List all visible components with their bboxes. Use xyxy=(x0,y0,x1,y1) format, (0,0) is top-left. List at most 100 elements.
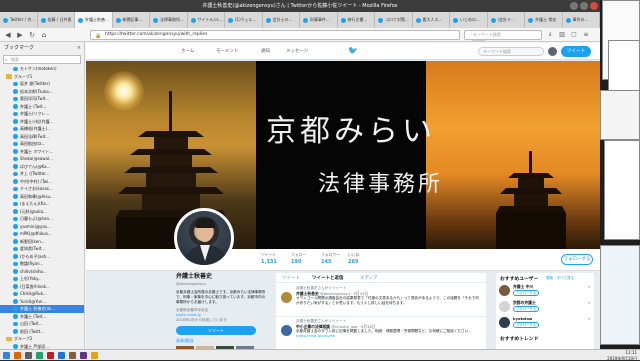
bookmark-item[interactable]: 松本次郎(Tsuka... xyxy=(0,88,84,96)
nav-moments[interactable]: モーメント xyxy=(216,48,238,54)
browser-tab[interactable]: コロナ対策... xyxy=(375,12,413,28)
background-window-4[interactable] xyxy=(604,140,640,240)
bookmark-item[interactable]: 中村(中村) (Twi... xyxy=(0,178,84,186)
tweet[interactable]: 弁護士秋善史さんがリツイート 中小企業の法律相談 @chusho_law · 9… xyxy=(276,317,486,349)
bookmark-item[interactable]: 愛知県(Twit... xyxy=(0,245,84,253)
tab-media[interactable]: メディア xyxy=(360,275,378,281)
profile-avatar[interactable] xyxy=(174,208,234,268)
browser-tab[interactable]: 刑事事件... xyxy=(300,12,338,28)
close-button[interactable] xyxy=(590,2,598,10)
minimize-button[interactable] xyxy=(570,2,578,10)
download-icon[interactable]: ↓ xyxy=(546,31,554,39)
user-avatar[interactable] xyxy=(499,301,510,312)
profile-stat[interactable]: フォロー 190 xyxy=(291,252,306,265)
browser-tab[interactable]: (会計テ... xyxy=(488,12,525,28)
bookmark-item[interactable]: 弁護士 秋善史(ak... xyxy=(0,305,84,313)
close-icon[interactable]: × xyxy=(77,42,81,54)
sidebar-icon[interactable]: ▢ xyxy=(570,31,578,39)
tweet-to-button[interactable]: ツイート xyxy=(176,326,256,335)
profile-name[interactable]: 弁護士秋善史 xyxy=(176,271,266,280)
browser-tab[interactable]: Twitter / 京... xyxy=(0,12,38,28)
app-icon[interactable] xyxy=(47,352,54,359)
bookmark-item[interactable]: 高田法律(Twit... xyxy=(0,133,84,141)
browser-tab[interactable]: サイトル/ル... xyxy=(188,12,225,28)
profile-stat[interactable]: フォロワー 145 xyxy=(321,252,340,265)
tab-tweets[interactable]: ツイート xyxy=(282,275,300,281)
profile-stat[interactable]: いいね 269 xyxy=(348,252,359,265)
who-to-follow-refresh[interactable]: 更新 · すべて見る xyxy=(546,276,574,281)
bookmark-item[interactable]: mPK(@dfukus... xyxy=(0,230,84,238)
follow-button[interactable]: フォローする xyxy=(513,322,539,328)
bookmark-item[interactable]: (かもめ子(ash... xyxy=(0,253,84,261)
bookmarks-search-input[interactable]: ⌕ 検索 xyxy=(3,55,81,64)
app-icon[interactable] xyxy=(58,352,65,359)
browser-tab[interactable]: 会計士の... xyxy=(263,12,300,28)
browser-tab[interactable]: 法律事務所... xyxy=(150,12,188,28)
files-icon[interactable] xyxy=(36,352,43,359)
browser-tab[interactable]: いじめの... xyxy=(450,12,488,28)
suggested-user[interactable]: kyotolaw フォローする × xyxy=(499,316,593,330)
bookmark-item[interactable]: 山田 (Twit... xyxy=(0,320,84,328)
follow-button[interactable]: フォローする xyxy=(561,254,593,265)
bookmark-item[interactable]: (元秋(gsuka... xyxy=(0,208,84,216)
bookmark-item[interactable]: Shoko(@sawal... xyxy=(0,155,84,163)
app-icon[interactable] xyxy=(80,352,87,359)
window-titlebar[interactable]: 弁護士秋善史(@akizengensyu)さん | Twitterから佐藤小佐ツ… xyxy=(0,0,600,12)
suggested-user[interactable]: 京都の弁護士 フォローする × xyxy=(499,300,593,314)
browser-tab[interactable]: 佐藤 / 日弁連 xyxy=(38,12,75,28)
maximize-button[interactable] xyxy=(580,2,588,10)
suggested-user[interactable]: 弁護士 中川 フォローする × xyxy=(499,284,593,298)
photos-videos-link[interactable]: 画像/動画 xyxy=(176,338,266,344)
url-bar[interactable]: 🔒 https://twitter.com/akizengensyu/with_… xyxy=(90,30,486,41)
close-icon[interactable]: × xyxy=(588,316,591,321)
bookmark-item[interactable]: 高田和尋(@Aisu... xyxy=(0,193,84,201)
account-avatar[interactable] xyxy=(548,47,557,56)
browser-tab[interactable]: 弁護士秋善... xyxy=(75,12,113,28)
bookmark-item[interactable]: 井上 ((Twitter... xyxy=(0,170,84,178)
tweet-avatar[interactable] xyxy=(281,292,292,303)
bookmark-item[interactable]: yasmin(@yas... xyxy=(0,223,84,231)
bookmark-folder[interactable]: グループ2 xyxy=(0,335,84,343)
bookmark-item[interactable]: (日菜香(hinok... xyxy=(0,283,84,291)
profile-stat[interactable]: ツイート 1,331 xyxy=(261,252,277,265)
terminal-icon[interactable] xyxy=(25,352,32,359)
bookmark-item[interactable]: 高橋裕(弁護士)... xyxy=(0,125,84,133)
browser-search-input[interactable]: キーワード検索 xyxy=(464,30,542,40)
close-icon[interactable]: × xyxy=(588,300,591,305)
bookmark-item[interactable]: 上杉(Yoky... xyxy=(0,275,84,283)
bookmark-folder[interactable]: グループ1 xyxy=(0,73,84,81)
nav-notifications[interactable]: 通知 xyxy=(261,48,270,54)
bookmark-item[interactable]: (まえたん)(Ka... xyxy=(0,200,84,208)
user-avatar[interactable] xyxy=(499,285,510,296)
bookmark-item[interactable]: 奥田洋司(Twit... xyxy=(0,95,84,103)
bookmark-item[interactable]: チイさお(kasas... xyxy=(0,185,84,193)
system-clock[interactable]: 11:11 2019年9月10日 xyxy=(607,350,637,361)
bookmark-item[interactable]: 弁護士小松(弁護... xyxy=(0,118,84,126)
bookmark-item[interactable]: 弁護士 (Twit... xyxy=(0,103,84,111)
firefox-icon[interactable] xyxy=(14,352,21,359)
user-name[interactable]: kyotolaw xyxy=(513,316,532,321)
twitter-bird-icon[interactable]: 🐦 xyxy=(348,46,358,56)
tweet[interactable]: 弁護士秋善史さんがリツイート 弁護士秋善史 @akizengensyu · 9月… xyxy=(276,284,486,317)
bookmark-item[interactable]: 日暮もよ(@han... xyxy=(0,215,84,223)
back-button[interactable]: ◀ xyxy=(3,30,13,40)
bookmark-item[interactable]: 弁護士 (Twit... xyxy=(0,313,84,321)
bookmark-item[interactable]: 前田 (Twitt... xyxy=(0,328,84,336)
tweet-link[interactable]: kyoto-mirai.jp/column xyxy=(296,334,335,338)
bookmark-item[interactable]: shiho(shiho... xyxy=(0,268,84,276)
background-window-3[interactable] xyxy=(600,90,640,140)
bookmark-item[interactable]: 弁護士(リクレ... xyxy=(0,110,84,118)
bookmark-item[interactable]: 高田航由(ta... xyxy=(0,140,84,148)
browser-tab[interactable]: 弁護士 常佐 xyxy=(525,12,563,28)
browser-tab[interactable]: 要大人ス... xyxy=(413,12,450,28)
bookmark-item[interactable]: Chiki(@Ruk... xyxy=(0,290,84,298)
bookmark-item[interactable]: Yurid(@Yun... xyxy=(0,298,84,306)
user-avatar[interactable] xyxy=(499,317,510,328)
app-icon[interactable] xyxy=(69,352,76,359)
bookmark-item[interactable]: 数論(Ryan... xyxy=(0,260,84,268)
forward-button[interactable]: ▶ xyxy=(15,30,25,40)
twitter-search-input[interactable]: キーワード検索 xyxy=(478,47,544,56)
follow-button[interactable]: フォローする xyxy=(513,306,539,312)
browser-tab[interactable]: 事件の... xyxy=(563,12,600,28)
bookmark-item[interactable]: モトケン(motoken) xyxy=(0,65,84,73)
